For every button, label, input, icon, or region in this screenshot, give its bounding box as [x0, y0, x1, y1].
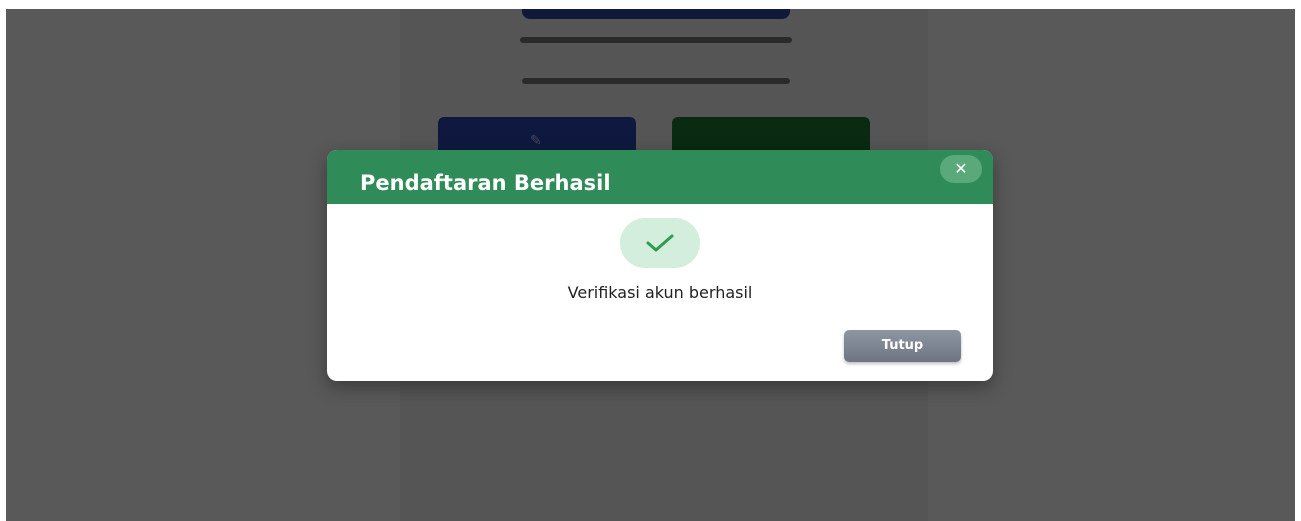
- app-viewport: ✎ Pendaftaran Berhasil ✕ Verifikasi akun…: [6, 9, 1295, 521]
- close-icon: ✕: [954, 159, 968, 178]
- check-icon: [646, 234, 674, 252]
- dialog-title: Pendaftaran Berhasil: [360, 171, 611, 195]
- success-dialog: Pendaftaran Berhasil ✕ Verifikasi akun b…: [327, 150, 993, 381]
- success-badge: [620, 218, 700, 268]
- close-button[interactable]: ✕: [940, 155, 982, 183]
- tutup-button[interactable]: Tutup: [844, 330, 961, 362]
- dialog-header: Pendaftaran Berhasil ✕: [327, 150, 993, 204]
- dialog-message: Verifikasi akun berhasil: [567, 283, 753, 302]
